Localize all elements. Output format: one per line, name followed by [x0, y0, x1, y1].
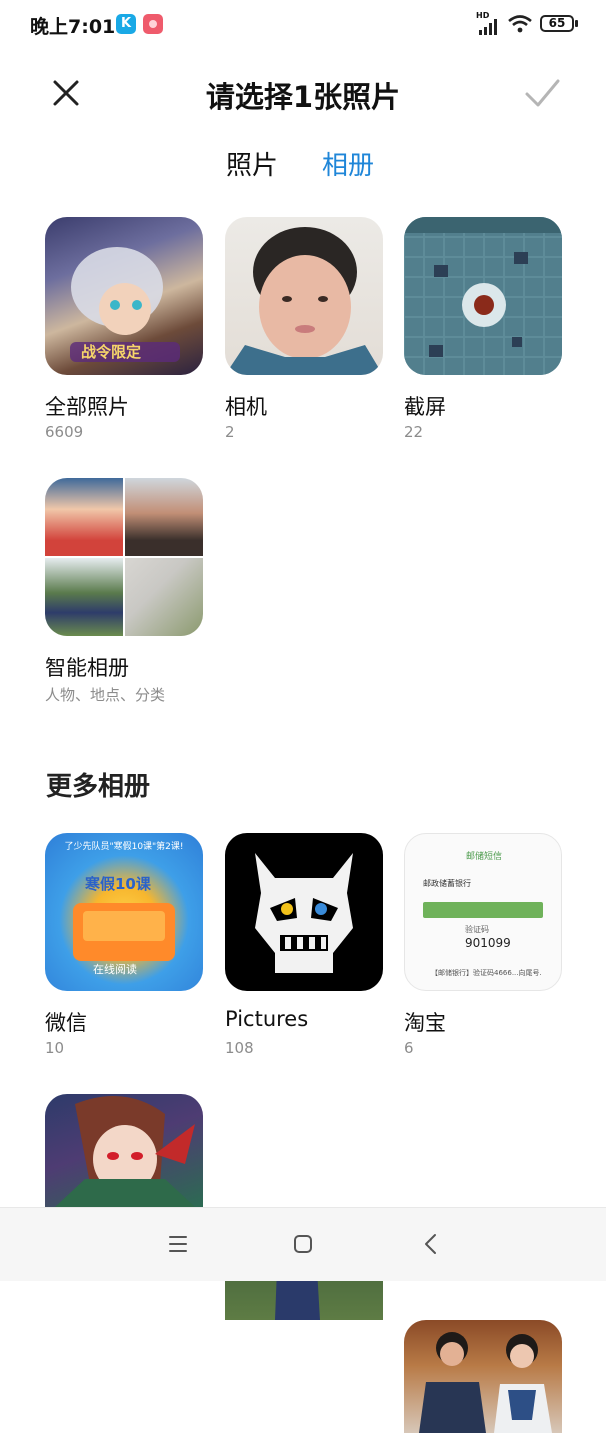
thumbnail-bank-text: 邮政储蓄银行: [423, 879, 471, 888]
kuaikan-app-icon: K: [116, 14, 136, 34]
album-count: 6: [404, 1039, 414, 1057]
page-title: 请选择1张照片: [205, 80, 401, 114]
album-smart[interactable]: 智能相册 人物、地点、分类: [45, 478, 203, 704]
smart-photo-4: [125, 558, 203, 636]
album-count: 6609: [45, 423, 84, 441]
thumbnail-code: 901099: [465, 936, 511, 950]
album-screenshots[interactable]: 截屏 22: [404, 217, 562, 441]
album-name: 截屏: [404, 395, 446, 419]
album-name: 相机: [225, 395, 267, 419]
album-count: 2: [225, 423, 235, 441]
red-app-icon: [143, 14, 163, 34]
album-thumbnail-partial[interactable]: [45, 1094, 203, 1207]
album-subtitle: 人物、地点、分类: [45, 686, 166, 704]
wifi-icon: [508, 15, 532, 33]
thumbnail-title-text: 邮储短信: [465, 852, 502, 862]
thumbnail-green-bar: [423, 902, 543, 918]
confirm-button[interactable]: [520, 73, 564, 113]
album-count: 10: [45, 1039, 65, 1057]
album-name: 智能相册: [45, 656, 129, 680]
menu-icon: [169, 1236, 187, 1252]
album-wechat[interactable]: 了少先队员"寒假10课"第2课! 寒假10课 在线阅读 微信 10: [45, 833, 203, 1057]
status-time: 晚上7:01: [30, 16, 116, 38]
album-all-photos[interactable]: 战令限定 全部照片 6609: [45, 217, 203, 441]
album-camera[interactable]: 相机 2: [225, 217, 383, 441]
thumbnail-badge-text: 寒假10课: [85, 875, 151, 893]
album-name: Pictures: [225, 1007, 309, 1031]
album-thumbnail-partial[interactable]: [404, 1320, 562, 1433]
album-name: 微信: [45, 1011, 87, 1035]
check-icon: [525, 79, 560, 107]
album-name: 全部照片: [45, 395, 129, 419]
battery-indicator: 65: [540, 15, 574, 32]
album-thumbnail: 战令限定: [45, 217, 203, 375]
section-title: 更多相册: [46, 772, 151, 802]
smart-photo-2: [125, 478, 203, 556]
album-count: 108: [225, 1039, 254, 1057]
thumbnail-code-label: 验证码: [465, 925, 489, 934]
album-taobao[interactable]: 邮储短信 邮政储蓄银行 验证码 901099 【邮储银行】验证码4666...向…: [404, 833, 562, 1057]
nav-home-button[interactable]: [287, 1228, 319, 1260]
home-icon: [294, 1235, 312, 1253]
tab-albums[interactable]: 相册: [322, 145, 374, 182]
nav-back-button[interactable]: [415, 1228, 447, 1260]
back-icon: [425, 1234, 436, 1254]
album-thumbnail: [404, 217, 562, 375]
album-thumbnail: [45, 478, 203, 636]
thumbnail-banner-text: 战令限定: [81, 343, 142, 361]
album-thumbnail: [225, 217, 383, 375]
smart-photo-3: [45, 558, 123, 636]
album-pictures[interactable]: Pictures 108: [225, 833, 383, 1057]
nav-menu-button[interactable]: [162, 1228, 194, 1260]
album-thumbnail: [225, 833, 383, 991]
tab-photos[interactable]: 照片: [226, 145, 278, 182]
battery-tip: [575, 20, 578, 27]
signal-icon: [479, 19, 497, 35]
album-count: 22: [404, 423, 424, 441]
smart-photo-1: [45, 478, 123, 556]
thumbnail-button-text: 在线阅读: [93, 963, 137, 976]
album-name: 淘宝: [404, 1011, 446, 1035]
thumbnail-message: 【邮储银行】验证码4666...向尾号...: [431, 969, 541, 977]
album-thumbnail: 了少先队员"寒假10课"第2课! 寒假10课 在线阅读: [45, 833, 203, 991]
album-thumbnail: 邮储短信 邮政储蓄银行 验证码 901099 【邮储银行】验证码4666...向…: [404, 833, 562, 991]
